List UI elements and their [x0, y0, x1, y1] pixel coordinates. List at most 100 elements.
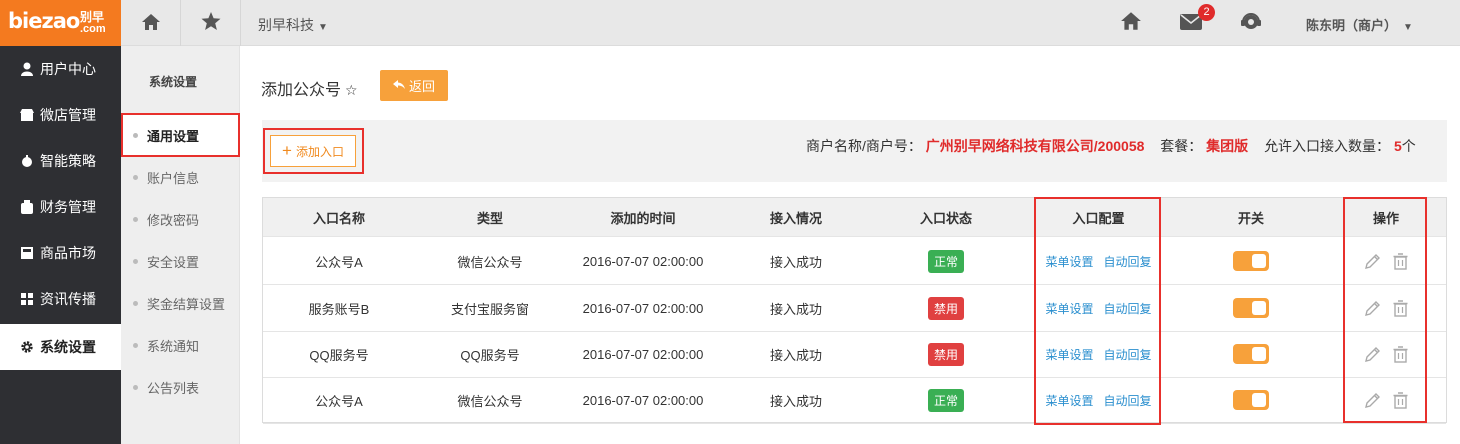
enable-toggle[interactable] — [1233, 390, 1269, 410]
bullet-icon — [133, 342, 138, 348]
user-menu[interactable]: 陈东明（商户） ▼ — [1306, 15, 1413, 34]
table-header: 入口名称 类型 添加的时间 接入情况 入口状态 入口配置 开关 操作 — [263, 198, 1446, 237]
sidebar-item-label: 财务管理 — [40, 199, 96, 215]
auto-reply-link[interactable]: 自动回复 — [1104, 253, 1152, 270]
page-title: 添加公众号 ☆ — [261, 76, 358, 100]
enable-toggle[interactable] — [1233, 298, 1269, 318]
delete-trash-icon[interactable] — [1393, 345, 1408, 363]
table-row: 公众号A 微信公众号 2016-07-07 02:00:00 接入成功 正常 菜单设置 自动… — [263, 238, 1446, 285]
header-actions: 操作 — [1372, 210, 1399, 226]
cell-name: 公众号A — [315, 393, 363, 409]
menu-settings-link[interactable]: 菜单设置 — [1045, 346, 1093, 363]
back-button[interactable]: 返回 — [380, 70, 448, 101]
delete-trash-icon[interactable] — [1393, 391, 1408, 409]
menu-settings-link[interactable]: 菜单设置 — [1045, 392, 1093, 409]
support-icon[interactable] — [1240, 11, 1262, 36]
favorite-button[interactable] — [181, 0, 241, 46]
sidebar-item-news[interactable]: 资讯传播 — [0, 276, 121, 322]
status-badge: 正常 — [927, 249, 964, 273]
home-icon-right[interactable] — [1120, 11, 1142, 34]
edit-pencil-icon[interactable] — [1364, 300, 1381, 317]
logo[interactable]: biezao 别早 .com — [0, 0, 121, 46]
sub-sidebar-title: 系统设置 — [149, 75, 198, 89]
table-row: QQ服务号 QQ服务号 2016-07-07 02:00:00 接入成功 禁用 菜单设置自… — [263, 331, 1446, 378]
cell-switch — [1161, 238, 1341, 284]
sidebar-item-finance[interactable]: 财务管理 — [0, 184, 121, 230]
auto-reply-link[interactable]: 自动回复 — [1104, 346, 1152, 363]
home-icon — [141, 13, 161, 34]
auto-reply-link[interactable]: 自动回复 — [1104, 300, 1152, 317]
strategy-icon — [20, 154, 34, 168]
home-button[interactable] — [121, 0, 181, 46]
sidebar-item-market[interactable]: 商品市场 — [0, 230, 121, 276]
menu-settings-link[interactable]: 菜单设置 — [1045, 300, 1093, 317]
edit-pencil-icon[interactable] — [1364, 392, 1381, 409]
edit-pencil-icon[interactable] — [1364, 346, 1381, 363]
page-title-text: 添加公众号 — [261, 82, 342, 99]
cell-switch — [1161, 285, 1341, 331]
sidebar-item-user-center[interactable]: 用户中心 — [0, 46, 121, 92]
cell-type: 微信公众号 — [457, 393, 523, 409]
entry-table: 入口名称 类型 添加的时间 接入情况 入口状态 入口配置 开关 操作 公众号A 微… — [262, 197, 1447, 424]
header-status: 入口状态 — [919, 210, 972, 226]
user-icon — [20, 62, 34, 76]
user-name: 陈东明（商户） — [1306, 18, 1398, 33]
sidebar-item-label: 系统设置 — [40, 339, 96, 355]
sidebar-item-strategy[interactable]: 智能策略 — [0, 138, 121, 184]
cell-access: 接入成功 — [769, 393, 822, 409]
back-icon — [392, 78, 405, 93]
sub-item-general[interactable]: 通用设置 — [121, 113, 240, 157]
company-dropdown[interactable]: 别早科技 ▼ — [258, 15, 328, 35]
sub-item-notices[interactable]: 系统通知 — [121, 324, 240, 366]
sub-item-label: 通用设置 — [147, 128, 200, 144]
cell-name: QQ服务号 — [309, 347, 369, 363]
sub-item-account[interactable]: 账户信息 — [121, 156, 240, 198]
cell-switch — [1161, 377, 1341, 423]
star-icon — [201, 12, 221, 34]
sub-item-password[interactable]: 修改密码 — [121, 198, 240, 240]
cell-status: 正常 — [871, 377, 1021, 423]
delete-trash-icon[interactable] — [1393, 299, 1408, 317]
bullet-icon — [133, 174, 138, 180]
cell-time: 2016-07-07 02:00:00 — [582, 346, 704, 362]
merchant-label: 商户名称/商户号： — [806, 138, 922, 154]
cell-access: 接入成功 — [769, 347, 822, 363]
enable-toggle[interactable] — [1233, 251, 1269, 271]
cell-config: 菜单设置 自动回复 — [1036, 331, 1161, 377]
enable-toggle[interactable] — [1233, 344, 1269, 364]
sidebar-item-label: 商品市场 — [40, 245, 96, 261]
toggle-knob — [1252, 254, 1266, 268]
sidebar-item-shop[interactable]: 微店管理 — [0, 92, 121, 138]
cell-actions — [1343, 238, 1429, 284]
add-entry-button[interactable]: + 添加入口 — [270, 135, 356, 167]
sub-item-label: 账户信息 — [147, 170, 200, 186]
cell-name: 公众号A — [315, 254, 363, 270]
sub-item-bonus[interactable]: 奖金结算设置 — [121, 282, 240, 324]
auto-reply-link[interactable]: 自动回复 — [1104, 392, 1152, 409]
cell-access: 接入成功 — [769, 301, 822, 317]
cell-actions — [1343, 331, 1429, 377]
menu-settings-link[interactable]: 菜单设置 — [1045, 253, 1093, 270]
sub-item-label: 公告列表 — [147, 380, 200, 396]
status-badge: 禁用 — [927, 342, 964, 366]
cell-status: 禁用 — [871, 331, 1021, 377]
mail-badge: 2 — [1198, 4, 1215, 21]
plus-icon: + — [282, 141, 292, 160]
caret-down-icon: ▼ — [1403, 22, 1413, 33]
star-outline-icon[interactable]: ☆ — [345, 82, 358, 98]
edit-pencil-icon[interactable] — [1364, 253, 1381, 270]
sidebar-item-label: 资讯传播 — [40, 291, 96, 307]
sub-item-announcements[interactable]: 公告列表 — [121, 366, 240, 408]
logo-text: biezao — [8, 9, 80, 33]
header-type: 类型 — [476, 210, 503, 226]
cell-access: 接入成功 — [769, 254, 822, 270]
sidebar-item-settings[interactable]: 系统设置 — [0, 324, 121, 370]
sub-item-security[interactable]: 安全设置 — [121, 240, 240, 282]
merchant-value: 广州别早网络科技有限公司/200058 — [925, 138, 1145, 154]
toggle-knob — [1252, 347, 1266, 361]
toggle-knob — [1252, 301, 1266, 315]
sidebar-item-label: 用户中心 — [40, 61, 96, 77]
quota-value: 5 — [1393, 138, 1402, 154]
delete-trash-icon[interactable] — [1393, 252, 1408, 270]
package-value: 集团版 — [1206, 138, 1249, 154]
